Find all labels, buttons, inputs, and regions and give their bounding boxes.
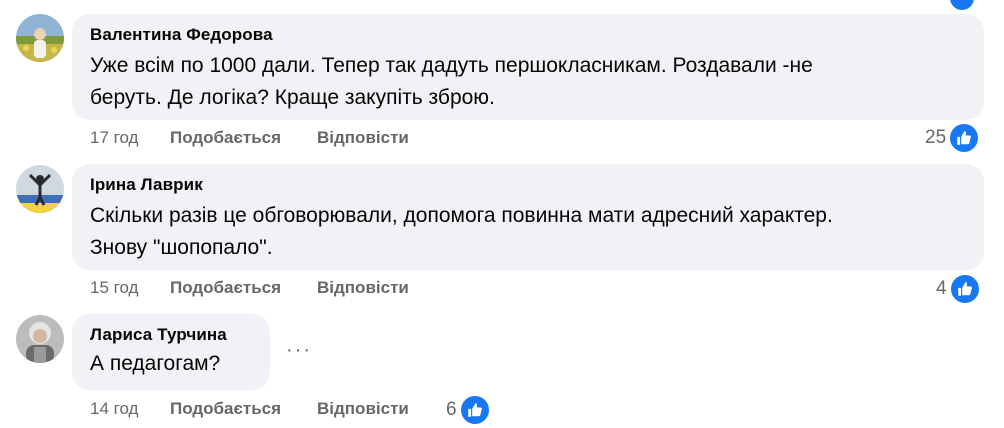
like-button[interactable]: Подобається bbox=[170, 277, 317, 299]
reaction-count-number: 6 bbox=[446, 399, 457, 420]
like-reaction-icon bbox=[948, 122, 981, 154]
avatar-photo-icon bbox=[16, 14, 64, 62]
reaction-count[interactable]: 6 bbox=[446, 394, 491, 426]
author-name[interactable]: Ірина Лаврик bbox=[90, 174, 968, 196]
timestamp[interactable]: 15 год bbox=[90, 277, 170, 299]
comment-actions: 14 год Подобається Відповісти bbox=[90, 398, 409, 420]
comment-actions: 17 год Подобається Відповісти bbox=[90, 127, 409, 149]
reply-button[interactable]: Відповісти bbox=[317, 127, 409, 149]
reaction-count-number: 25 bbox=[925, 127, 947, 148]
comment-text: Уже всім по 1000 дали. Тепер так дадуть … bbox=[90, 50, 968, 114]
reply-button[interactable]: Відповісти bbox=[317, 398, 409, 420]
comment-text-line: Скільки разів це обговорювали, допомога … bbox=[90, 204, 833, 227]
avatar[interactable] bbox=[16, 315, 64, 363]
like-reaction-icon bbox=[458, 394, 491, 426]
reaction-count[interactable]: 4 bbox=[936, 273, 981, 305]
more-options-button[interactable]: ··· bbox=[286, 340, 312, 360]
reaction-count-number: 4 bbox=[936, 278, 947, 299]
comment-text-line: А педагогам? bbox=[90, 352, 221, 375]
comment-bubble: Валентина Федорова Уже всім по 1000 дали… bbox=[72, 14, 984, 120]
avatar[interactable] bbox=[16, 165, 64, 213]
like-reaction-icon-partial bbox=[950, 0, 974, 10]
comment-text-line: Уже всім по 1000 дали. Тепер так дадуть … bbox=[90, 54, 813, 77]
comment-text: Скільки разів це обговорювали, допомога … bbox=[90, 200, 968, 264]
reaction-count[interactable]: 25 bbox=[925, 122, 981, 154]
author-name[interactable]: Валентина Федорова bbox=[90, 24, 968, 46]
comment-bubble: Лариса Турчина А педагогам? bbox=[72, 314, 270, 390]
timestamp[interactable]: 17 год bbox=[90, 127, 170, 149]
timestamp[interactable]: 14 год bbox=[90, 398, 170, 420]
avatar-photo-icon bbox=[16, 165, 64, 213]
comment-bubble: Ірина Лаврик Скільки разів це обговорюва… bbox=[72, 164, 984, 270]
like-button[interactable]: Подобається bbox=[170, 398, 317, 420]
comment-text-line: беруть. Де логіка? Краще закупіть зброю. bbox=[90, 86, 495, 109]
like-reaction-icon bbox=[948, 273, 981, 305]
comment-text-line: Знову "шопопало". bbox=[90, 236, 273, 259]
like-button[interactable]: Подобається bbox=[170, 127, 317, 149]
comment-actions: 15 год Подобається Відповісти bbox=[90, 277, 409, 299]
author-name[interactable]: Лариса Турчина bbox=[90, 324, 254, 346]
reply-button[interactable]: Відповісти bbox=[317, 277, 409, 299]
comment-text: А педагогам? bbox=[90, 348, 254, 380]
avatar-photo-icon bbox=[16, 315, 64, 363]
avatar[interactable] bbox=[16, 14, 64, 62]
